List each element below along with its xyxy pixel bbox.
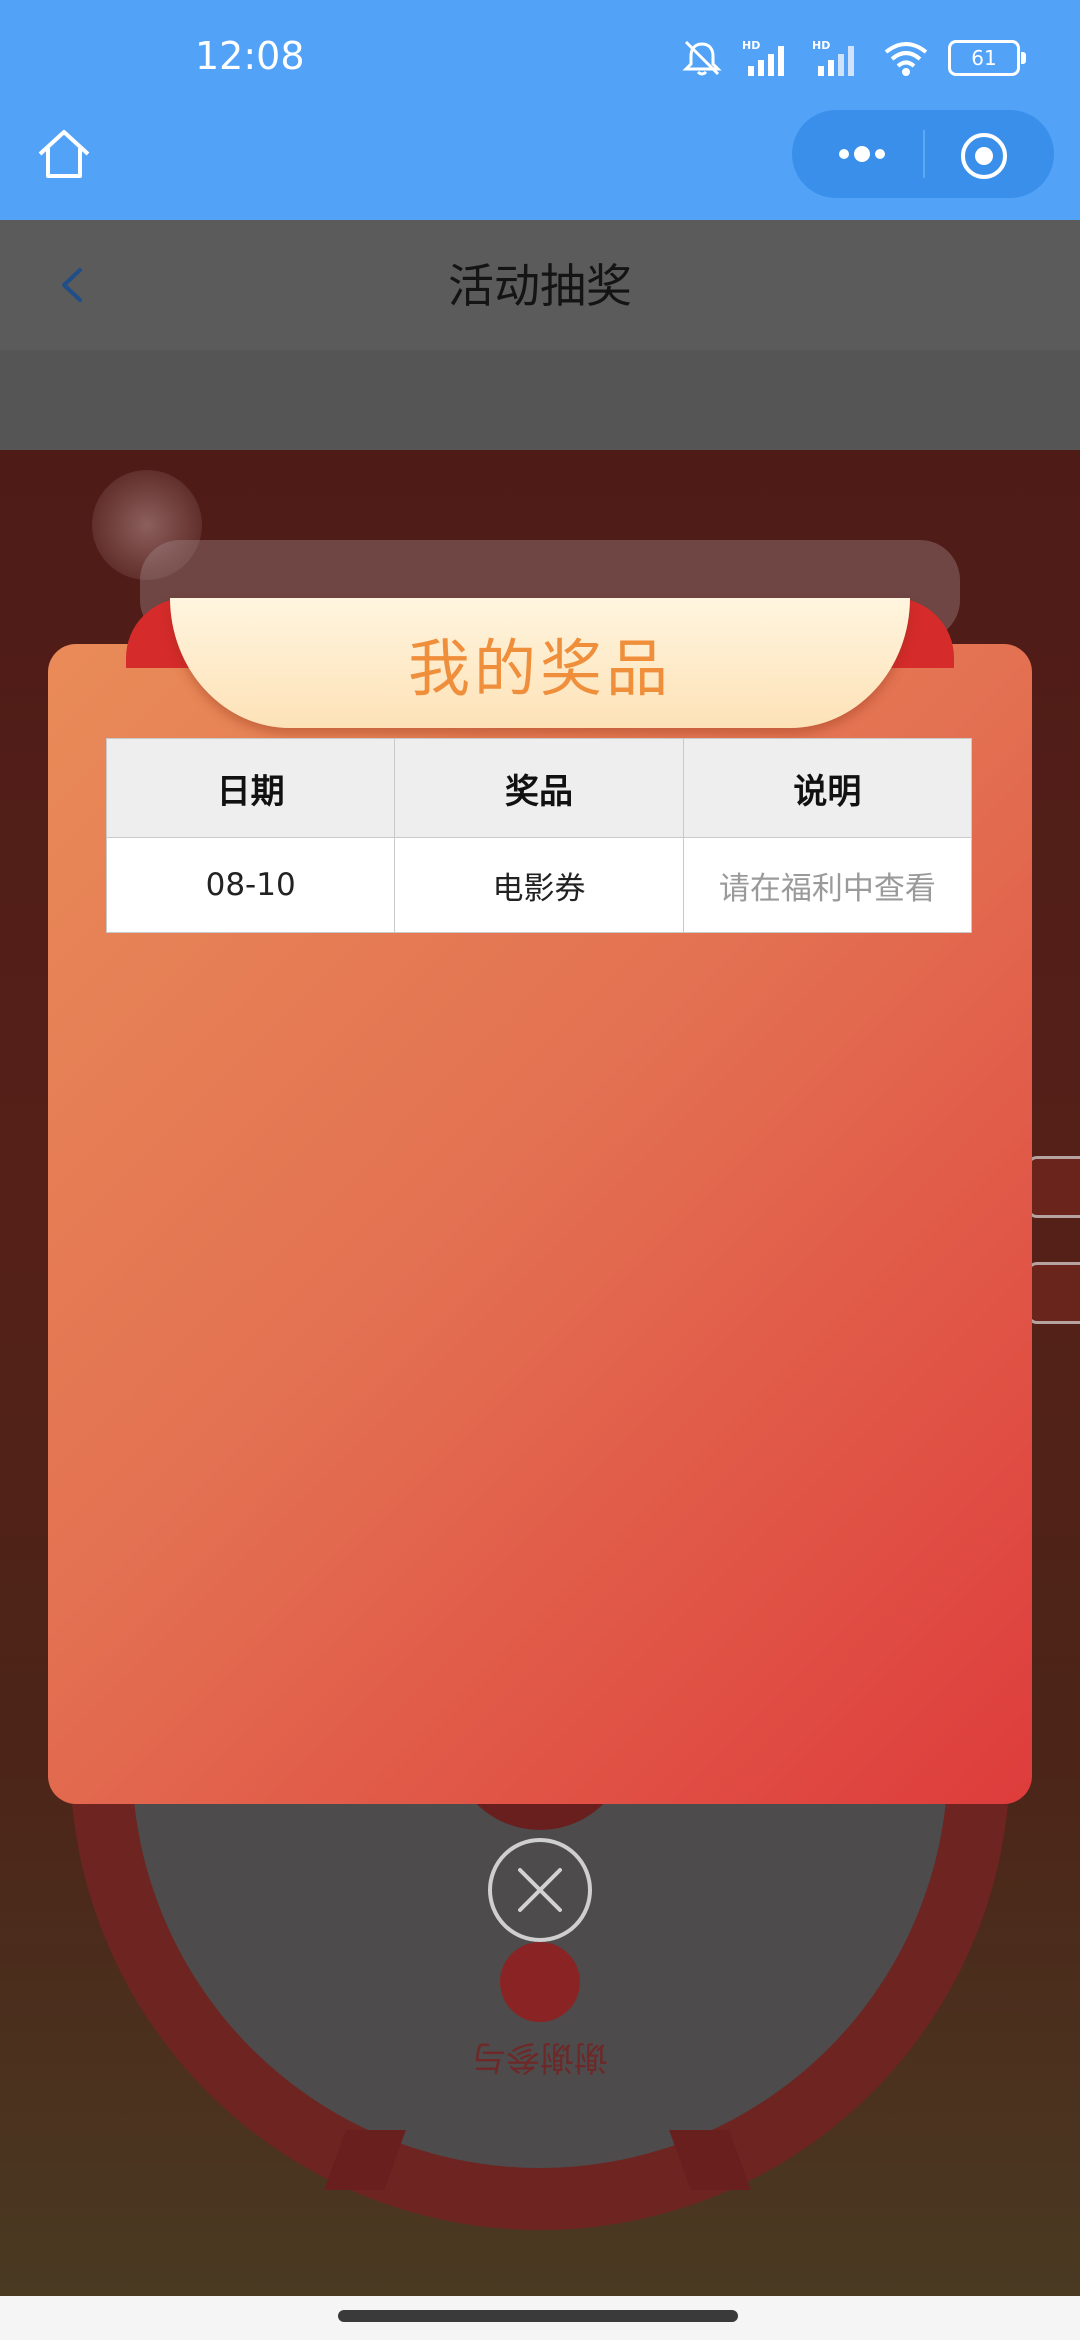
prize-table: 日期 奖品 说明 08-10 电影券 请在福利中查看: [105, 738, 973, 933]
wheel-segment-icon: [500, 1942, 580, 2022]
page-nav-bar: 活动抽奖: [0, 220, 1080, 350]
column-header-note: 说明: [682, 738, 973, 838]
table-row: 08-10 电影券 请在福利中查看: [105, 837, 973, 933]
close-icon: [518, 1868, 562, 1912]
status-time: 12:08: [195, 34, 305, 78]
screen: 谢谢参与 活动抽奖 12:08 HD HD 61 我的奖品 日期 奖品 说明 0…: [0, 0, 1080, 2340]
prizes-side-tab[interactable]: [1027, 1262, 1080, 1324]
page-title: 活动抽奖: [448, 259, 632, 313]
svg-text:HD: HD: [742, 39, 760, 52]
mute-icon: [682, 40, 722, 76]
wifi-icon: [884, 42, 928, 76]
signal-hd-icon: HD: [742, 39, 784, 76]
battery-icon: 61: [948, 40, 1026, 76]
mini-program-capsule: [792, 110, 1054, 198]
more-icon[interactable]: [832, 134, 892, 174]
cell-date: 08-10: [105, 837, 396, 933]
column-header-prize: 奖品: [394, 738, 684, 838]
modal-title: 我的奖品: [407, 632, 672, 705]
close-modal-button[interactable]: [488, 1838, 592, 1942]
table-header-row: 日期 奖品 说明: [105, 738, 973, 838]
capsule-divider: [923, 130, 925, 178]
cell-prize: 电影券: [394, 837, 684, 933]
column-header-date: 日期: [105, 738, 396, 838]
target-icon[interactable]: [958, 130, 1010, 182]
home-indicator[interactable]: [338, 2310, 738, 2322]
status-bar: 12:08 HD HD 61: [0, 0, 1080, 220]
cell-note: 请在福利中查看: [682, 837, 973, 933]
rules-side-tab[interactable]: [1027, 1156, 1080, 1218]
wheel-segment-label: 谢谢参与: [472, 2037, 608, 2077]
page-banner-strip: [0, 350, 1080, 450]
home-icon[interactable]: [34, 124, 94, 184]
svg-text:HD: HD: [812, 39, 830, 52]
signal-hd-icon: HD: [812, 39, 854, 76]
status-icons: HD HD 61: [680, 34, 1026, 82]
